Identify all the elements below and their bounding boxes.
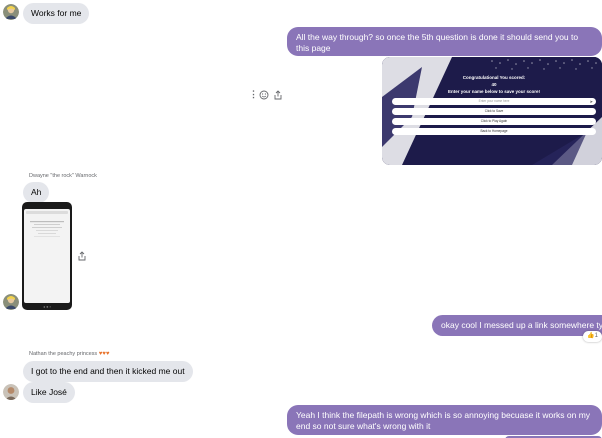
- reaction-count: 1: [594, 333, 598, 339]
- message-text: Yeah I think the filepath is wrong which…: [296, 410, 591, 432]
- reaction-badge[interactable]: 👍1: [583, 331, 602, 342]
- message-bubble[interactable]: okay cool I messed up a link somewhere t…: [432, 315, 602, 337]
- card-share-button: Click to Save: [392, 108, 596, 116]
- phone-screenshot-image[interactable]: ◂ ● ▪: [22, 202, 72, 310]
- phone-screen: [24, 209, 70, 303]
- message-text: Ah: [31, 187, 42, 197]
- sender-name: Dwayne "the rock" Warnock: [29, 173, 97, 179]
- message-text: Works for me: [31, 8, 82, 18]
- smiley-icon[interactable]: [259, 90, 269, 102]
- card-home-button: Back to Homepage: [392, 128, 596, 136]
- share-icon[interactable]: [77, 251, 87, 263]
- card-title: Congratulational You scored:: [462, 75, 526, 80]
- sender-name: Nathan the peachy princess ♥♥♥: [29, 351, 110, 357]
- thumbs-up-icon: 👍: [587, 333, 595, 339]
- message-bubble[interactable]: Ah: [23, 182, 50, 203]
- card-send-icon: ➤: [589, 99, 593, 105]
- score-card-content: Congratulational You scored: 40 Enter yo…: [392, 75, 596, 136]
- more-vertical-icon[interactable]: ⋮: [249, 90, 258, 99]
- message-bubble[interactable]: Works for me: [23, 3, 90, 24]
- message-bubble[interactable]: I got to the end and then it kicked me o…: [23, 361, 193, 382]
- message-text: I got to the end and then it kicked me o…: [31, 366, 185, 376]
- phone-nav-bar: ◂ ● ▪: [42, 304, 52, 309]
- card-subtitle: Enter your name below to save your score…: [447, 88, 541, 94]
- heart-icon: ♥♥♥: [98, 351, 110, 357]
- message-bubble[interactable]: All the way through? so once the 5th que…: [287, 27, 602, 56]
- avatar[interactable]: [3, 294, 19, 310]
- card-score: 40: [491, 81, 497, 87]
- card-name-input: Enter your name here ➤: [392, 98, 596, 106]
- card-play-button: Click to Play Again: [392, 118, 596, 126]
- message-bubble[interactable]: Like José: [23, 382, 75, 403]
- message-text: Like José: [31, 387, 67, 397]
- score-screenshot-image[interactable]: Congratulational You scored: 40 Enter yo…: [382, 57, 602, 165]
- message-text: All the way through? so once the 5th que…: [296, 32, 579, 54]
- message-bubble[interactable]: Yeah I think the filepath is wrong which…: [287, 405, 602, 435]
- message-text: okay cool I messed up a link somewhere t…: [441, 320, 602, 330]
- avatar[interactable]: [3, 384, 19, 400]
- avatar[interactable]: [3, 4, 19, 20]
- share-icon[interactable]: [273, 90, 283, 102]
